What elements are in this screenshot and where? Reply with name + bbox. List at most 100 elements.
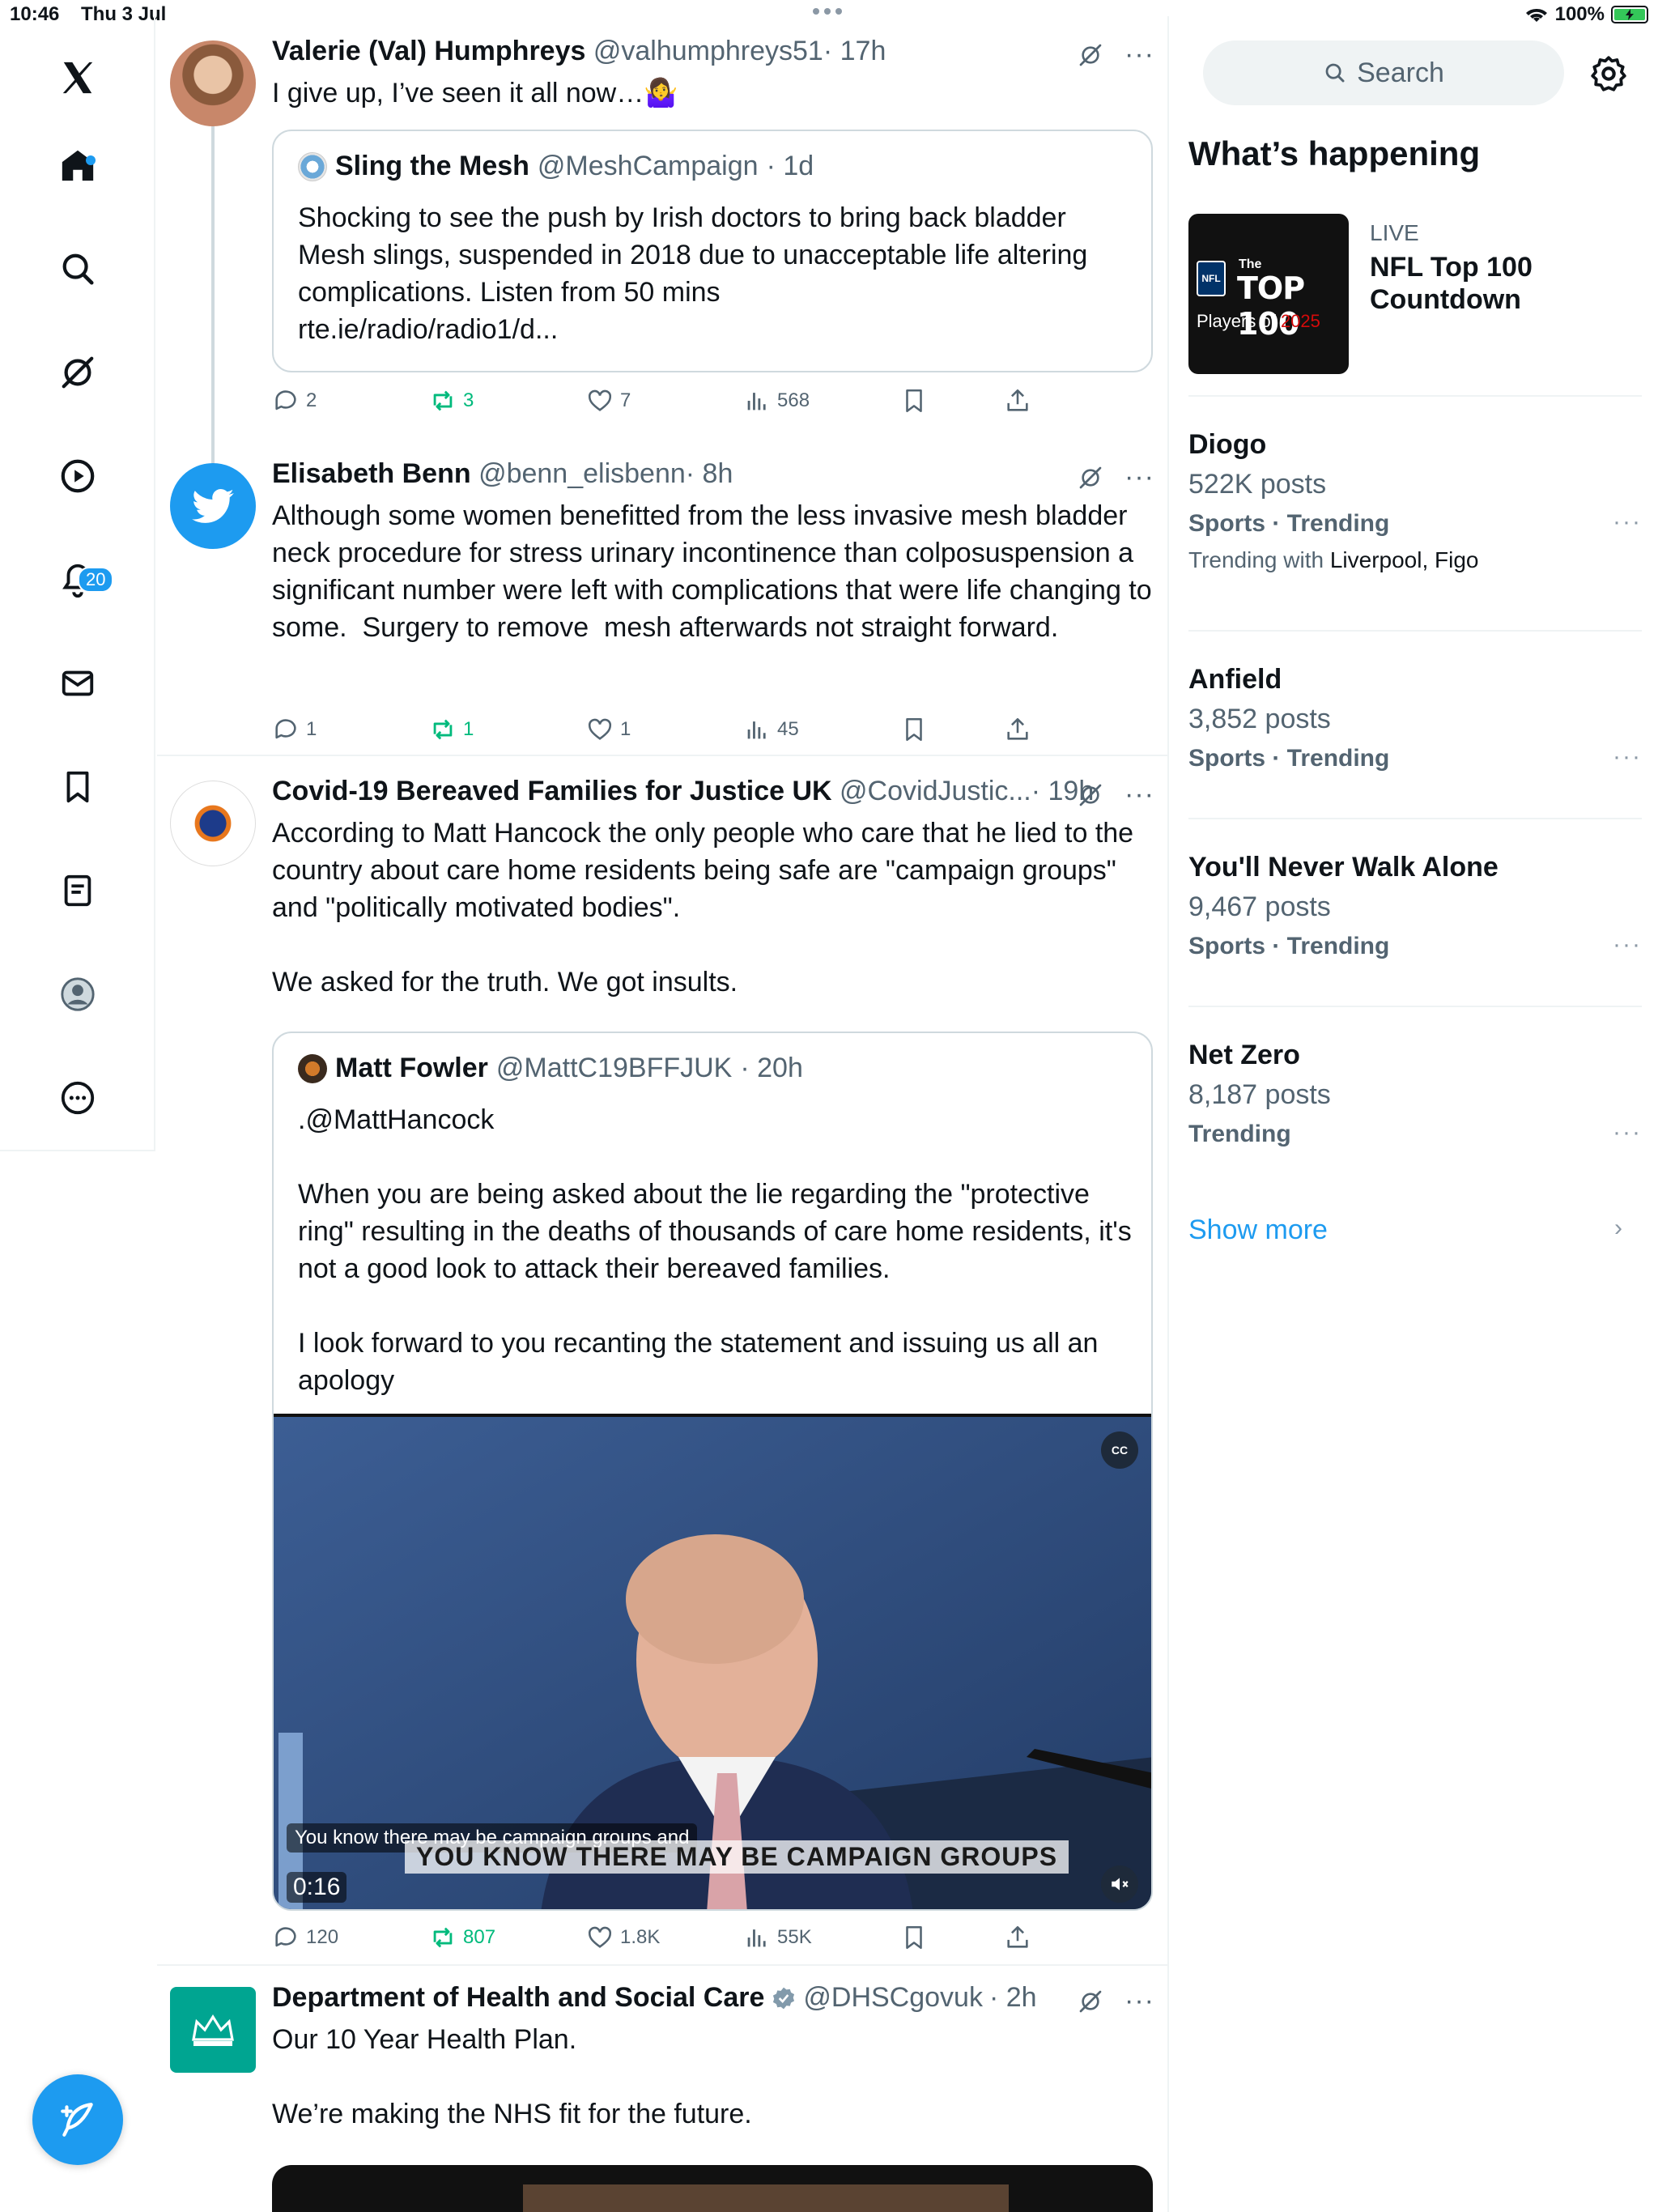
more-menu-icon[interactable]: ··· <box>1124 1985 1154 2017</box>
twitter-bird-icon <box>192 489 234 523</box>
sidebar-divider <box>1188 630 1642 632</box>
views-button[interactable]: 55K <box>743 1924 812 1951</box>
compose-post-button[interactable] <box>32 2074 123 2165</box>
crown-logo-icon <box>192 2014 234 2046</box>
author-handle: @valhumphreys51 <box>593 36 823 66</box>
author-name[interactable]: Covid-19 Bereaved Families for Justice U… <box>272 776 832 806</box>
trend-item[interactable]: You'll Never Walk Alone 9,467 posts Spor… <box>1188 852 1642 960</box>
avatar[interactable] <box>170 781 256 866</box>
messages-icon[interactable] <box>50 656 105 711</box>
reply-icon <box>275 1927 296 1947</box>
heart-icon <box>588 1926 612 1948</box>
tweet-header: Covid-19 Bereaved Families for Justice U… <box>272 776 1094 807</box>
bookmark-button[interactable] <box>900 387 928 415</box>
bookmark-button[interactable] <box>900 716 928 743</box>
views-button[interactable]: 568 <box>743 387 810 415</box>
grok-icon[interactable] <box>50 345 105 400</box>
lists-icon[interactable] <box>50 863 105 918</box>
author-name[interactable]: Department of Health and Social Care <box>272 1982 764 2014</box>
x-logo-icon[interactable] <box>50 50 105 105</box>
live-event-title: NFL Top 100 Countdown <box>1370 252 1533 315</box>
quote-avatar[interactable] <box>298 151 327 181</box>
quote-avatar[interactable] <box>298 1053 327 1083</box>
search-icon[interactable] <box>50 241 105 296</box>
quote-author-handle: @MattC19BFFJUK <box>495 1053 733 1083</box>
repost-icon <box>433 390 453 411</box>
views-chart-icon <box>747 1929 766 1947</box>
media-frame <box>523 2184 1009 2212</box>
more-options-icon[interactable] <box>50 1070 105 1125</box>
trend-more-icon[interactable]: ··· <box>1613 1119 1642 1146</box>
trend-more-icon[interactable]: ··· <box>1613 931 1642 959</box>
search-input[interactable]: Search <box>1203 40 1564 105</box>
like-button[interactable]: 1.8K <box>586 1924 660 1951</box>
repost-button[interactable]: 807 <box>429 1924 495 1951</box>
share-icon <box>1007 389 1028 411</box>
avatar[interactable] <box>170 1987 256 2073</box>
tweet-actions: 120 807 1.8K 55K <box>272 1924 1154 1956</box>
live-event-card[interactable]: NFL The TOP 100 Players of 2025 LIVE NFL… <box>1188 214 1642 376</box>
trend-item[interactable]: Diogo 522K posts Sports · Trending Trend… <box>1188 429 1642 573</box>
multitasking-dots[interactable] <box>813 8 842 15</box>
more-menu-icon[interactable]: ··· <box>1124 462 1154 493</box>
grok-icon[interactable] <box>1078 782 1103 808</box>
video-duration: 0:16 <box>287 1872 347 1903</box>
grok-icon[interactable] <box>1078 42 1103 68</box>
views-button[interactable]: 45 <box>743 716 799 743</box>
grok-icon[interactable] <box>1078 465 1103 491</box>
tweet-actions: 2 3 7 568 <box>272 387 1154 419</box>
trend-more-icon[interactable]: ··· <box>1613 743 1642 771</box>
profile-icon[interactable] <box>50 967 105 1022</box>
tweet-media-preview[interactable] <box>272 2165 1153 2212</box>
repost-button[interactable]: 3 <box>429 387 474 415</box>
repost-button[interactable]: 1 <box>429 716 474 743</box>
author-name[interactable]: Elisabeth Benn <box>272 458 471 489</box>
share-button[interactable] <box>1004 716 1031 743</box>
trend-more-icon[interactable]: ··· <box>1613 508 1642 536</box>
captions-button[interactable]: CC <box>1101 1431 1138 1469</box>
tweet-time: · 2h <box>988 1982 1037 2013</box>
show-more-link[interactable]: Show more <box>1188 1214 1328 1246</box>
like-button[interactable]: 1 <box>586 716 631 743</box>
bookmark-icon <box>906 1925 922 1950</box>
avatar[interactable] <box>170 463 256 549</box>
trend-item[interactable]: Net Zero 8,187 posts Trending ··· <box>1188 1040 1642 1148</box>
more-menu-icon[interactable]: ··· <box>1124 779 1154 810</box>
video-player[interactable]: CC You know there may be campaign groups… <box>274 1414 1151 1909</box>
more-menu-icon[interactable]: ··· <box>1124 39 1154 70</box>
quote-author-name[interactable]: Sling the Mesh <box>335 151 529 182</box>
trend-with: Trending with Liverpool, Figo <box>1188 547 1479 572</box>
quoted-tweet[interactable]: Matt Fowler @MattC19BFFJUK · 20h .@MattHa… <box>272 1032 1153 1911</box>
view-count: 45 <box>777 718 799 740</box>
reply-button[interactable]: 120 <box>272 1924 338 1951</box>
trend-item[interactable]: Anfield 3,852 posts Sports · Trending ··… <box>1188 664 1642 772</box>
reply-icon <box>275 390 296 410</box>
share-button[interactable] <box>1004 387 1031 415</box>
author-name[interactable]: Valerie (Val) Humphreys <box>272 36 585 66</box>
video-caption-burned: YOU KNOW THERE MAY BE CAMPAIGN GROUPS <box>405 1840 1069 1874</box>
home-icon[interactable] <box>50 138 105 193</box>
share-icon <box>1007 1925 1028 1948</box>
reply-button[interactable]: 2 <box>272 387 317 415</box>
trend-name: Diogo <box>1188 429 1267 460</box>
reply-icon <box>275 719 296 739</box>
bookmarks-icon[interactable] <box>50 759 105 815</box>
video-icon[interactable] <box>50 449 105 504</box>
share-button[interactable] <box>1004 1924 1031 1951</box>
quote-time: · 20h <box>740 1053 803 1083</box>
mute-button[interactable] <box>1101 1865 1138 1903</box>
bookmark-icon <box>906 717 922 742</box>
quote-author-name[interactable]: Matt Fowler <box>335 1053 488 1084</box>
like-button[interactable]: 7 <box>586 387 631 415</box>
settings-gear-icon[interactable] <box>1588 53 1629 94</box>
reply-button[interactable]: 1 <box>272 716 317 743</box>
grok-icon[interactable] <box>1078 1989 1103 2014</box>
avatar[interactable] <box>170 40 256 126</box>
tweet-divider <box>157 755 1167 756</box>
like-count: 1.8K <box>620 1926 661 1948</box>
tweet-top-icons: ··· <box>1078 39 1154 70</box>
timeline: Valerie (Val) Humphreys @valhumphreys51 ·… <box>157 16 1169 2212</box>
quoted-tweet[interactable]: Sling the Mesh @MeshCampaign · 1d Shockin… <box>272 130 1153 372</box>
compose-feather-icon <box>61 2103 93 2137</box>
bookmark-button[interactable] <box>900 1924 928 1951</box>
